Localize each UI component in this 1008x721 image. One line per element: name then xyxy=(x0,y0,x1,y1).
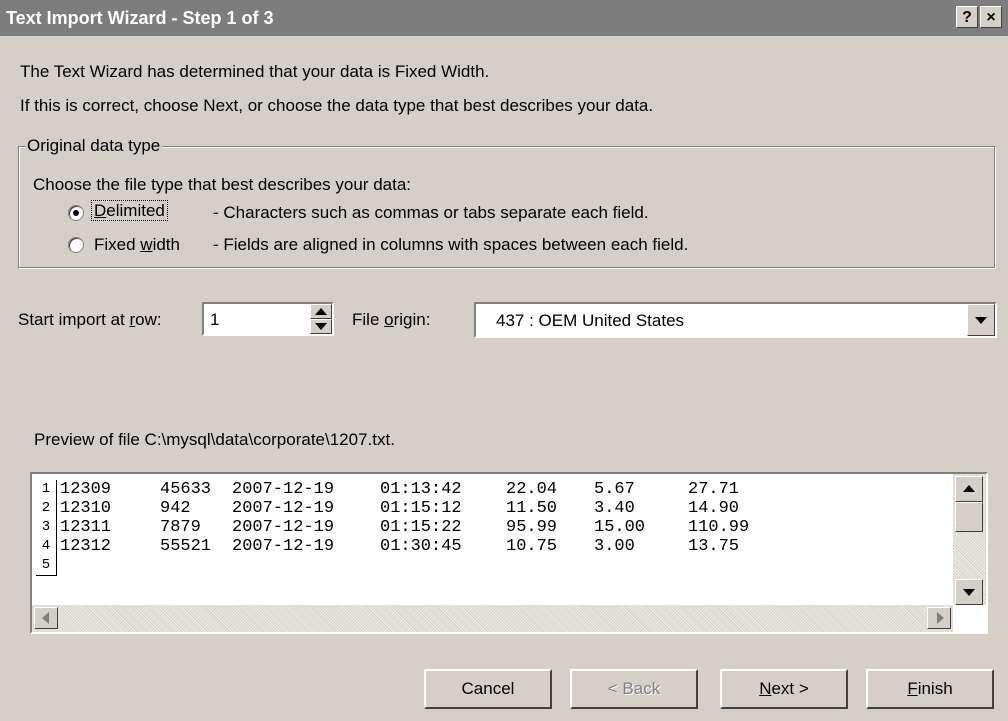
preview-cell: 12310 xyxy=(60,499,112,518)
preview-cell: 12312 xyxy=(60,537,112,556)
row-number-3: 3 xyxy=(36,518,57,538)
preview-cell: 110.99 xyxy=(688,518,750,537)
file-origin-dropdown-button[interactable] xyxy=(967,304,995,336)
preview-cell: 01:15:22 xyxy=(380,518,462,537)
preview-cell: 01:30:45 xyxy=(380,537,462,556)
preview-cell: 2007-12-19 xyxy=(232,480,335,499)
preview-cell: 2007-12-19 xyxy=(232,518,335,537)
close-button[interactable]: × xyxy=(980,6,1002,28)
row-number-5: 5 xyxy=(36,556,57,576)
preview-cell: 7879 xyxy=(160,518,201,537)
cancel-button[interactable]: Cancel xyxy=(424,669,552,709)
preview-cell: 45633 xyxy=(160,480,212,499)
next-button[interactable]: Next > xyxy=(720,669,848,709)
row-number-1: 1 xyxy=(36,480,57,500)
delimited-radio[interactable] xyxy=(68,205,84,221)
arrow-down-icon xyxy=(963,589,975,596)
row-number-4: 4 xyxy=(36,537,57,557)
start-row-value[interactable]: 1 xyxy=(210,310,219,330)
chevron-down-icon xyxy=(975,317,987,324)
spin-down-button[interactable] xyxy=(310,319,332,334)
preview-cell: 14.90 xyxy=(688,499,740,518)
finish-button[interactable]: Finish xyxy=(866,669,994,709)
preview-cell: 3.00 xyxy=(594,537,635,556)
delimited-label-rest: elimited xyxy=(106,201,165,220)
file-origin-value: 437 : OEM United States xyxy=(496,311,685,330)
help-button[interactable]: ? xyxy=(956,6,978,28)
spin-up-icon xyxy=(315,308,327,315)
start-row-spinner[interactable]: 1 xyxy=(202,302,334,336)
scroll-left-button[interactable] xyxy=(34,607,58,629)
vertical-scroll-thumb[interactable] xyxy=(955,502,983,532)
delimited-option-label[interactable]: Delimited xyxy=(91,200,168,221)
arrow-up-icon xyxy=(963,485,975,492)
preview-cell: 12311 xyxy=(60,518,112,537)
horizontal-scrollbar[interactable] xyxy=(32,605,953,632)
group-label: Original data type xyxy=(25,136,163,156)
preview-cell: 01:13:42 xyxy=(380,480,462,499)
fixed-width-option-label[interactable]: Fixed width xyxy=(94,235,180,255)
preview-cell: 2007-12-19 xyxy=(232,499,335,518)
preview-cell: 15.00 xyxy=(594,518,646,537)
arrow-right-icon xyxy=(937,612,944,624)
preview-cell: 11.50 xyxy=(506,499,558,518)
preview-cell: 3.40 xyxy=(594,499,635,518)
spin-up-button[interactable] xyxy=(310,304,332,319)
preview-pane[interactable]: 1 2 3 4 5 12309 45633 2007-12-19 01:13:42 22… xyxy=(30,472,988,634)
preview-grid: 1 2 3 4 5 12309 45633 2007-12-19 01:13:42 22… xyxy=(36,480,951,606)
scroll-up-button[interactable] xyxy=(955,476,983,502)
title-bar: Text Import Wizard - Step 1 of 3 ? × xyxy=(0,0,1008,36)
back-button[interactable]: < Back xyxy=(570,669,698,709)
scroll-right-button[interactable] xyxy=(927,607,951,629)
preview-cell: 27.71 xyxy=(688,480,740,499)
preview-cell: 2007-12-19 xyxy=(232,537,335,556)
preview-cell: 10.75 xyxy=(506,537,558,556)
preview-cell: 95.99 xyxy=(506,518,558,537)
file-origin-label: File origin: xyxy=(352,310,431,329)
start-row-label: Start import at row: xyxy=(18,310,162,329)
intro-line-1: The Text Wizard has determined that your… xyxy=(20,62,490,81)
file-origin-select[interactable]: 437 : OEM United States xyxy=(474,302,997,338)
fixed-width-description: - Fields are aligned in columns with spa… xyxy=(213,235,689,254)
scroll-down-button[interactable] xyxy=(955,579,983,605)
arrow-left-icon xyxy=(42,612,49,624)
delimited-description: - Characters such as commas or tabs sepa… xyxy=(213,203,649,222)
file-type-prompt: Choose the file type that best describes… xyxy=(33,175,412,194)
preview-label: Preview of file C:\mysql\data\corporate\… xyxy=(34,430,395,449)
fixed-width-radio[interactable] xyxy=(68,237,84,253)
window-title: Text Import Wizard - Step 1 of 3 xyxy=(6,8,274,28)
preview-cell: 01:15:12 xyxy=(380,499,462,518)
preview-cell: 22.04 xyxy=(506,480,558,499)
spin-down-icon xyxy=(315,323,327,330)
original-data-type-group: Original data type Choose the file type … xyxy=(18,136,995,268)
preview-cell: 13.75 xyxy=(688,537,740,556)
row-number-2: 2 xyxy=(36,499,57,519)
preview-cell: 5.67 xyxy=(594,480,635,499)
preview-cell: 942 xyxy=(160,499,191,518)
preview-cell: 55521 xyxy=(160,537,212,556)
intro-line-2: If this is correct, choose Next, or choo… xyxy=(20,96,654,115)
preview-cell: 12309 xyxy=(60,480,112,499)
